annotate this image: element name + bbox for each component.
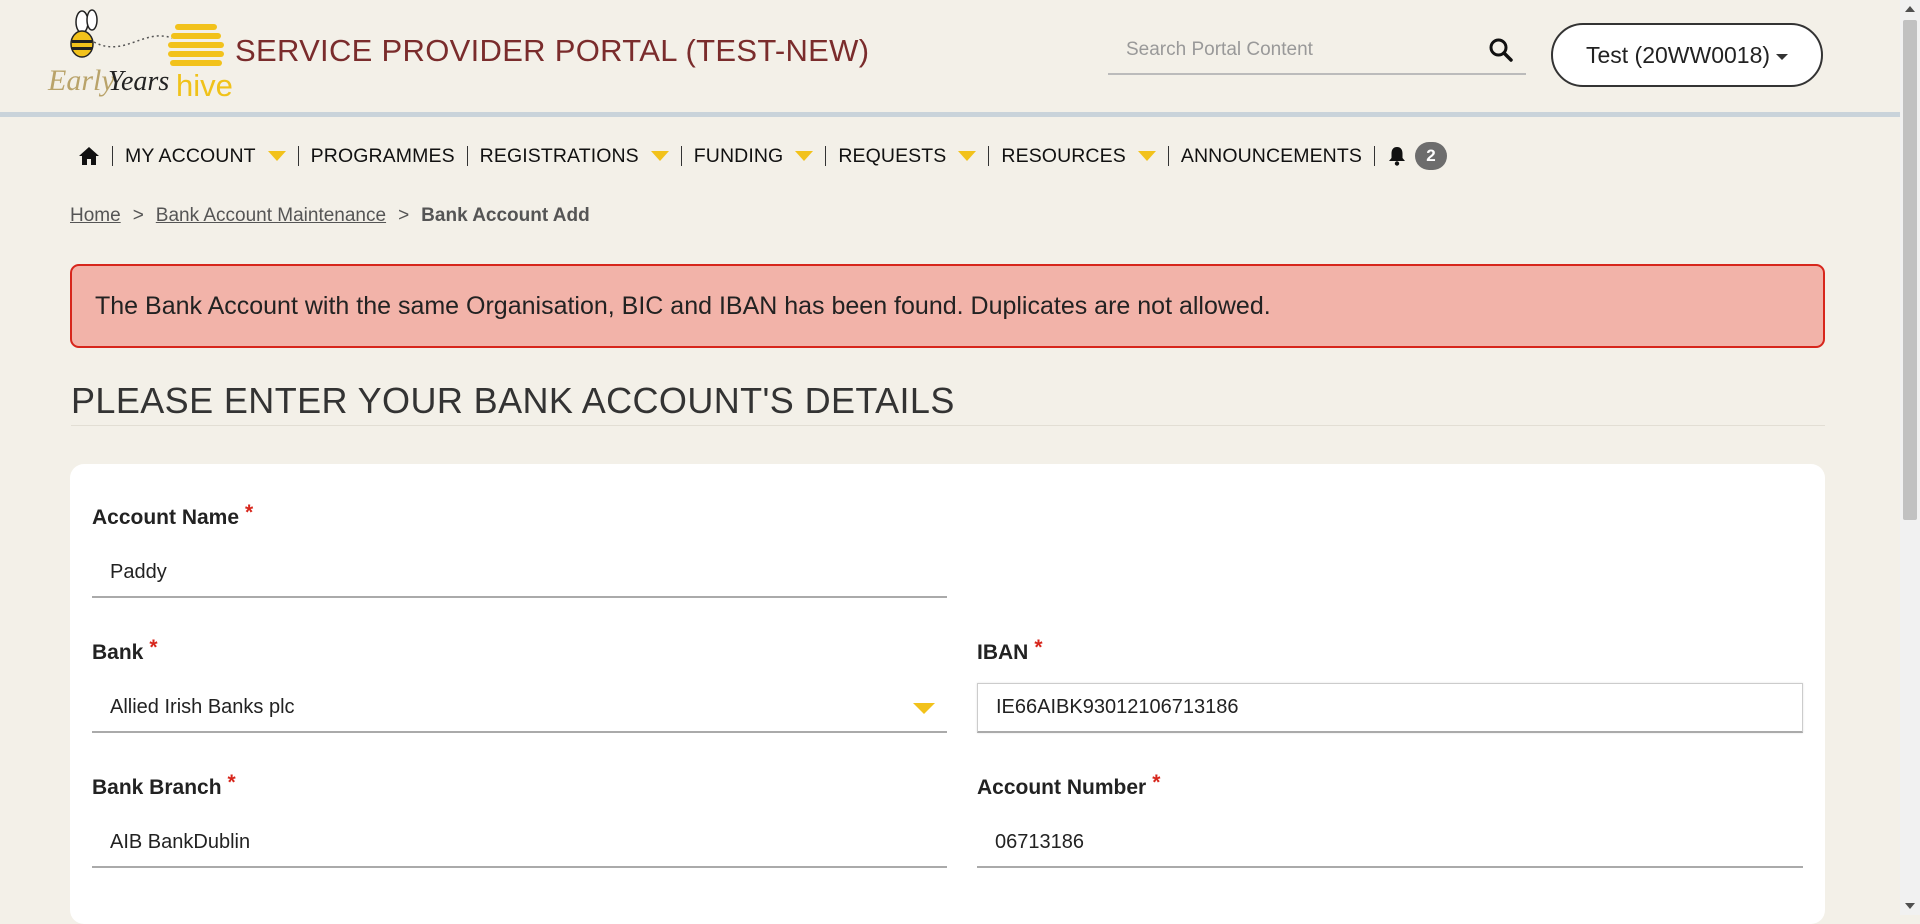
search-bar bbox=[1108, 28, 1526, 75]
scroll-thumb[interactable] bbox=[1903, 20, 1917, 520]
alert-message: The Bank Account with the same Organisat… bbox=[95, 291, 1271, 320]
account-dropdown-button[interactable]: Test (20WW0018) bbox=[1551, 23, 1823, 87]
notification-count-badge: 2 bbox=[1415, 142, 1447, 170]
nav-notifications[interactable]: 2 bbox=[1375, 138, 1459, 174]
required-marker: * bbox=[149, 636, 158, 659]
logo-text-early: Early bbox=[48, 64, 115, 97]
bank-branch-label: Bank Branch * bbox=[92, 771, 236, 800]
page: Early Years hive SERVICE PROVIDER PORTAL… bbox=[0, 0, 1900, 924]
required-marker: * bbox=[245, 501, 254, 524]
iban-input[interactable] bbox=[977, 683, 1803, 733]
nav-programmes[interactable]: PROGRAMMES bbox=[299, 138, 467, 174]
iban-label: IBAN * bbox=[977, 636, 1043, 665]
nav-my-account[interactable]: MY ACCOUNT bbox=[113, 138, 298, 174]
caret-down-icon bbox=[1776, 53, 1789, 60]
nav-funding[interactable]: FUNDING bbox=[682, 138, 826, 174]
scroll-up-arrow-icon[interactable] bbox=[1905, 6, 1915, 12]
nav-announcements[interactable]: ANNOUNCEMENTS bbox=[1169, 138, 1374, 174]
nav-announcements-label: ANNOUNCEMENTS bbox=[1180, 144, 1362, 167]
nav-funding-label: FUNDING bbox=[693, 144, 784, 167]
account-label: Test (20WW0018) bbox=[1585, 41, 1771, 68]
bank-branch-label-text: Bank Branch bbox=[92, 776, 222, 799]
breadcrumb-separator: > bbox=[132, 205, 144, 226]
portal-title: SERVICE PROVIDER PORTAL (TEST-NEW) bbox=[235, 33, 870, 68]
search-icon[interactable] bbox=[1488, 37, 1514, 63]
breadcrumb: Home > Bank Account Maintenance > Bank Accou… bbox=[70, 205, 590, 227]
nav-registrations-label: REGISTRATIONS bbox=[479, 144, 639, 167]
chevron-down-icon bbox=[795, 151, 814, 161]
chevron-down-icon bbox=[1137, 151, 1156, 161]
home-icon bbox=[79, 147, 99, 165]
bell-icon bbox=[1389, 147, 1405, 166]
account-number-label: Account Number * bbox=[977, 771, 1160, 800]
breadcrumb-bank-account-maintenance-link[interactable]: Bank Account Maintenance bbox=[156, 205, 386, 226]
bank-select[interactable]: Allied Irish Banks plc bbox=[92, 683, 947, 733]
required-marker: * bbox=[227, 771, 236, 794]
chevron-down-icon bbox=[650, 151, 669, 161]
account-name-label-text: Account Name bbox=[92, 506, 240, 529]
early-years-hive-logo[interactable]: Early Years hive bbox=[44, 8, 234, 103]
vertical-scrollbar[interactable] bbox=[1900, 0, 1920, 915]
nav-requests-label: REQUESTS bbox=[838, 144, 947, 167]
bee-logo-icon bbox=[70, 9, 224, 66]
account-name-label: Account Name * bbox=[92, 501, 253, 530]
chevron-down-icon bbox=[958, 151, 977, 161]
nav-my-account-label: MY ACCOUNT bbox=[125, 144, 256, 167]
bank-branch-input[interactable] bbox=[92, 818, 947, 868]
chevron-down-icon bbox=[267, 151, 286, 161]
nav-requests[interactable]: REQUESTS bbox=[826, 138, 988, 174]
required-marker: * bbox=[1152, 771, 1161, 794]
nav-resources[interactable]: RESOURCES bbox=[989, 138, 1167, 174]
bank-label: Bank * bbox=[92, 636, 158, 665]
bank-account-form: Account Name* Bank* Allied Irish Banks p… bbox=[70, 464, 1825, 924]
logo-text-hive: hive bbox=[176, 68, 233, 103]
duplicate-error-alert: The Bank Account with the same Organisat… bbox=[70, 264, 1825, 348]
header: Early Years hive SERVICE PROVIDER PORTAL… bbox=[0, 0, 1900, 117]
breadcrumb-home-link[interactable]: Home bbox=[70, 205, 121, 226]
chevron-down-icon bbox=[913, 703, 935, 714]
logo-text-years: Years bbox=[108, 66, 170, 97]
section-heading: PLEASE ENTER YOUR BANK ACCOUNT'S DETAILS bbox=[71, 380, 1825, 426]
bank-select-value: Allied Irish Banks plc bbox=[110, 696, 295, 718]
breadcrumb-separator: > bbox=[398, 205, 410, 226]
nav-registrations[interactable]: REGISTRATIONS bbox=[468, 138, 681, 174]
breadcrumb-current: Bank Account Add bbox=[421, 205, 590, 226]
account-number-input[interactable] bbox=[977, 818, 1803, 868]
iban-label-text: IBAN bbox=[977, 641, 1029, 664]
bank-label-text: Bank bbox=[92, 641, 144, 664]
nav-programmes-label: PROGRAMMES bbox=[310, 144, 455, 167]
nav-home[interactable] bbox=[78, 138, 112, 174]
account-name-input[interactable] bbox=[92, 548, 947, 598]
nav-resources-label: RESOURCES bbox=[1001, 144, 1126, 167]
scroll-down-arrow-icon[interactable] bbox=[1905, 903, 1915, 909]
search-input[interactable] bbox=[1108, 28, 1498, 72]
account-number-label-text: Account Number bbox=[977, 776, 1147, 799]
required-marker: * bbox=[1034, 636, 1043, 659]
main-nav: MY ACCOUNT PROGRAMMES REGISTRATIONS FUND… bbox=[78, 138, 1459, 174]
